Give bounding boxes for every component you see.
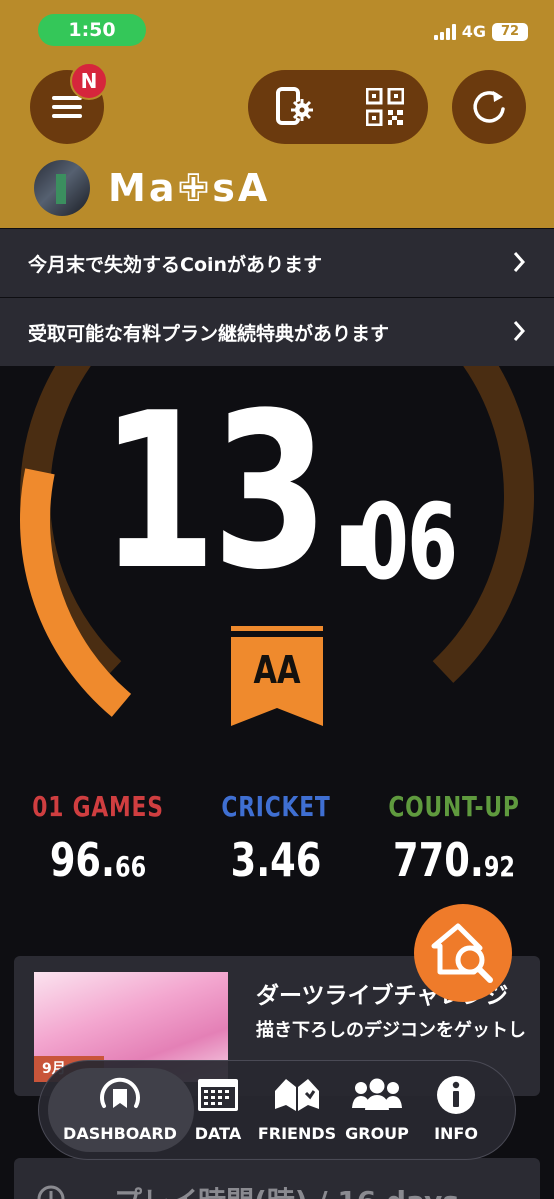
battery-icon: 72 <box>492 22 528 41</box>
tab-label: GROUP <box>345 1124 409 1143</box>
friends-icon <box>275 1079 319 1111</box>
notice-expiring-coin[interactable]: 今月末で失効するCoinがあります <box>0 229 554 297</box>
tab-label: DATA <box>194 1124 242 1143</box>
stat-label: CRICKET <box>221 790 331 823</box>
tools-pill <box>248 70 428 144</box>
stat-cricket[interactable]: CRICKET 3.46 <box>186 790 366 887</box>
tab-friends[interactable]: FRIENDS <box>256 1072 338 1143</box>
home-search-button[interactable] <box>414 904 512 1002</box>
stat-01-games[interactable]: 01 GAMES 96.66 <box>8 790 188 887</box>
chevron-right-icon <box>513 321 526 341</box>
playtime-label: プレイ時間(時) / 16 days <box>114 1180 459 1199</box>
tab-group[interactable]: GROUP <box>342 1072 412 1143</box>
group-icon <box>352 1078 402 1110</box>
stat-value: 3.46 <box>230 833 322 887</box>
status-time: 1:50 <box>38 14 146 46</box>
device-settings-icon[interactable] <box>274 86 316 128</box>
chevron-right-icon <box>513 252 526 272</box>
playtime-card[interactable]: プレイ時間(時) / 16 days <box>14 1158 540 1199</box>
rating-class: AA <box>253 648 301 692</box>
stat-count-up[interactable]: COUNT-UP 770.92 <box>364 790 544 887</box>
notice-subscription-bonus[interactable]: 受取可能な有料プラン継続特典があります <box>0 298 554 366</box>
clock-icon <box>37 1185 65 1199</box>
stat-label: 01 GAMES <box>32 790 164 823</box>
tab-info[interactable]: INFO <box>422 1072 490 1143</box>
rating-integer: 13. <box>100 366 388 617</box>
notice-label: 受取可能な有料プラン継続特典があります <box>28 322 390 345</box>
refresh-button[interactable] <box>452 70 526 144</box>
username: Ma✙sA <box>108 166 271 210</box>
qr-code-icon[interactable] <box>366 88 404 126</box>
stat-value: 96.66 <box>49 833 147 887</box>
rating-decimal: 06 <box>358 481 458 603</box>
info-icon <box>437 1076 475 1114</box>
home-search-icon <box>431 923 493 983</box>
status-indicators: 4G 72 <box>433 22 528 41</box>
banner-subtitle: 描き下ろしのデジコンをゲットしよう！ <box>256 1020 526 1041</box>
tab-label: FRIENDS <box>257 1124 337 1143</box>
signal-icon <box>433 23 456 40</box>
tab-data[interactable]: DATA <box>188 1072 248 1143</box>
tab-label: INFO <box>434 1124 478 1143</box>
refresh-icon <box>473 91 505 123</box>
avatar[interactable] <box>34 160 90 216</box>
calendar-icon <box>198 1079 238 1111</box>
tab-label: DASHBOARD <box>63 1124 177 1143</box>
notification-badge: N <box>70 62 108 100</box>
stat-label: COUNT-UP <box>388 790 520 823</box>
tab-dashboard[interactable]: DASHBOARD <box>60 1072 180 1143</box>
notice-label: 今月末で失効するCoinがあります <box>28 253 323 276</box>
dashboard-icon <box>100 1077 140 1108</box>
stat-value: 770.92 <box>393 833 515 887</box>
network-type: 4G <box>461 22 486 41</box>
